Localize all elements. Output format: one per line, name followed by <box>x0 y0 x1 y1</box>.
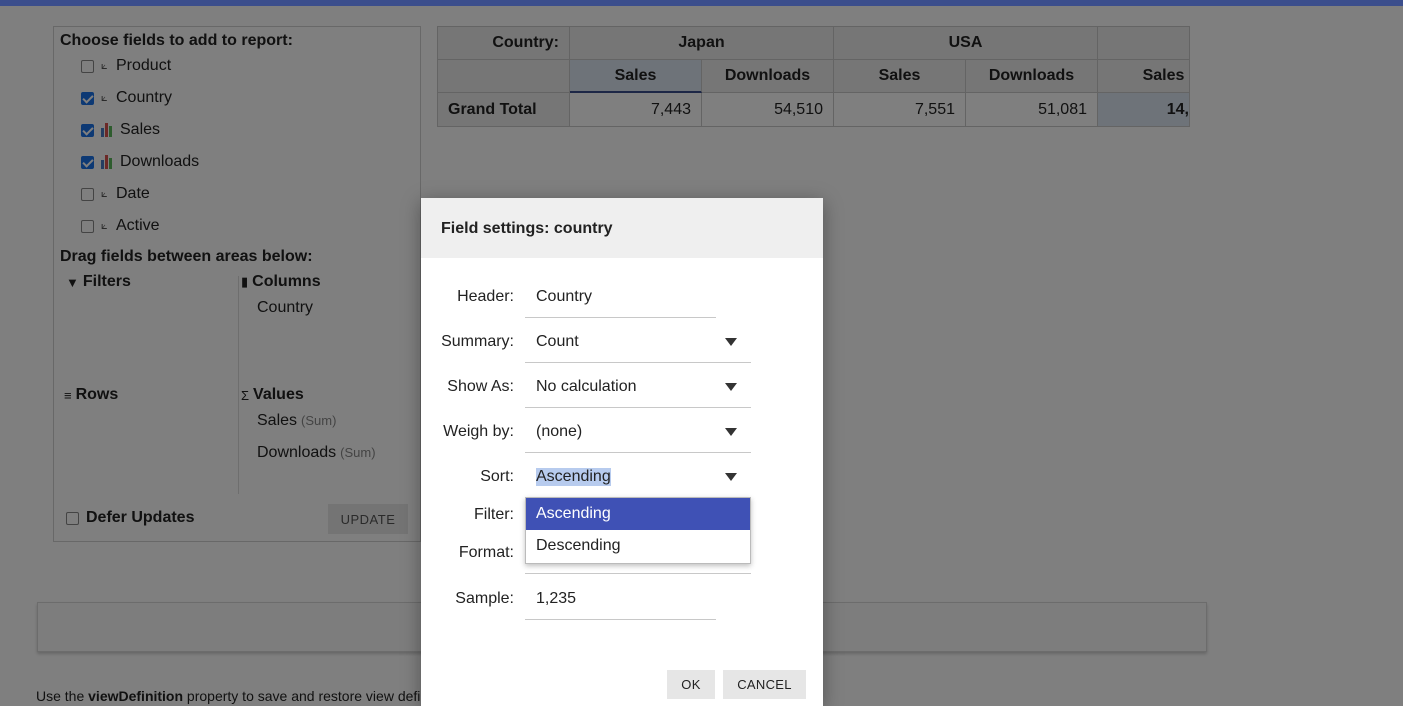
sample-value-text: 1,235 <box>536 589 577 607</box>
ok-button[interactable]: OK <box>667 670 715 699</box>
show-as-select[interactable]: No calculation <box>525 366 751 408</box>
header-input-value: Country <box>536 287 593 305</box>
format-label: Format: <box>458 544 514 561</box>
show-as-select-value: No calculation <box>536 377 637 395</box>
dropdown-arrow-icon <box>725 428 737 436</box>
header-input[interactable]: Country <box>525 276 716 318</box>
summary-select[interactable]: Count <box>525 321 751 363</box>
sample-label: Sample: <box>455 590 514 607</box>
sort-dropdown-menu: Ascending Descending <box>525 497 751 564</box>
dropdown-arrow-icon <box>725 338 737 346</box>
sort-option-descending[interactable]: Descending <box>526 530 750 562</box>
weigh-by-select[interactable]: (none) <box>525 411 751 453</box>
dialog-header: Field settings: country <box>421 198 823 258</box>
field-settings-dialog: Field settings: country Header: Country … <box>421 198 823 706</box>
sort-select-value: Ascending <box>536 467 611 486</box>
weigh-by-select-value: (none) <box>536 422 583 440</box>
dialog-title: Field settings: country <box>441 220 613 237</box>
dropdown-arrow-icon <box>725 383 737 391</box>
sort-label: Sort: <box>480 468 514 485</box>
show-as-label: Show As: <box>447 378 514 395</box>
cancel-button[interactable]: CANCEL <box>723 670 806 699</box>
sample-value: 1,235 <box>525 578 716 620</box>
dropdown-arrow-icon <box>725 473 737 481</box>
header-label: Header: <box>457 288 514 305</box>
sort-option-ascending[interactable]: Ascending <box>526 498 750 530</box>
weigh-by-label: Weigh by: <box>443 423 514 440</box>
summary-label: Summary: <box>441 333 514 350</box>
filter-label: Filter: <box>474 506 514 523</box>
sort-select[interactable]: Ascending <box>525 456 751 498</box>
summary-select-value: Count <box>536 332 579 350</box>
